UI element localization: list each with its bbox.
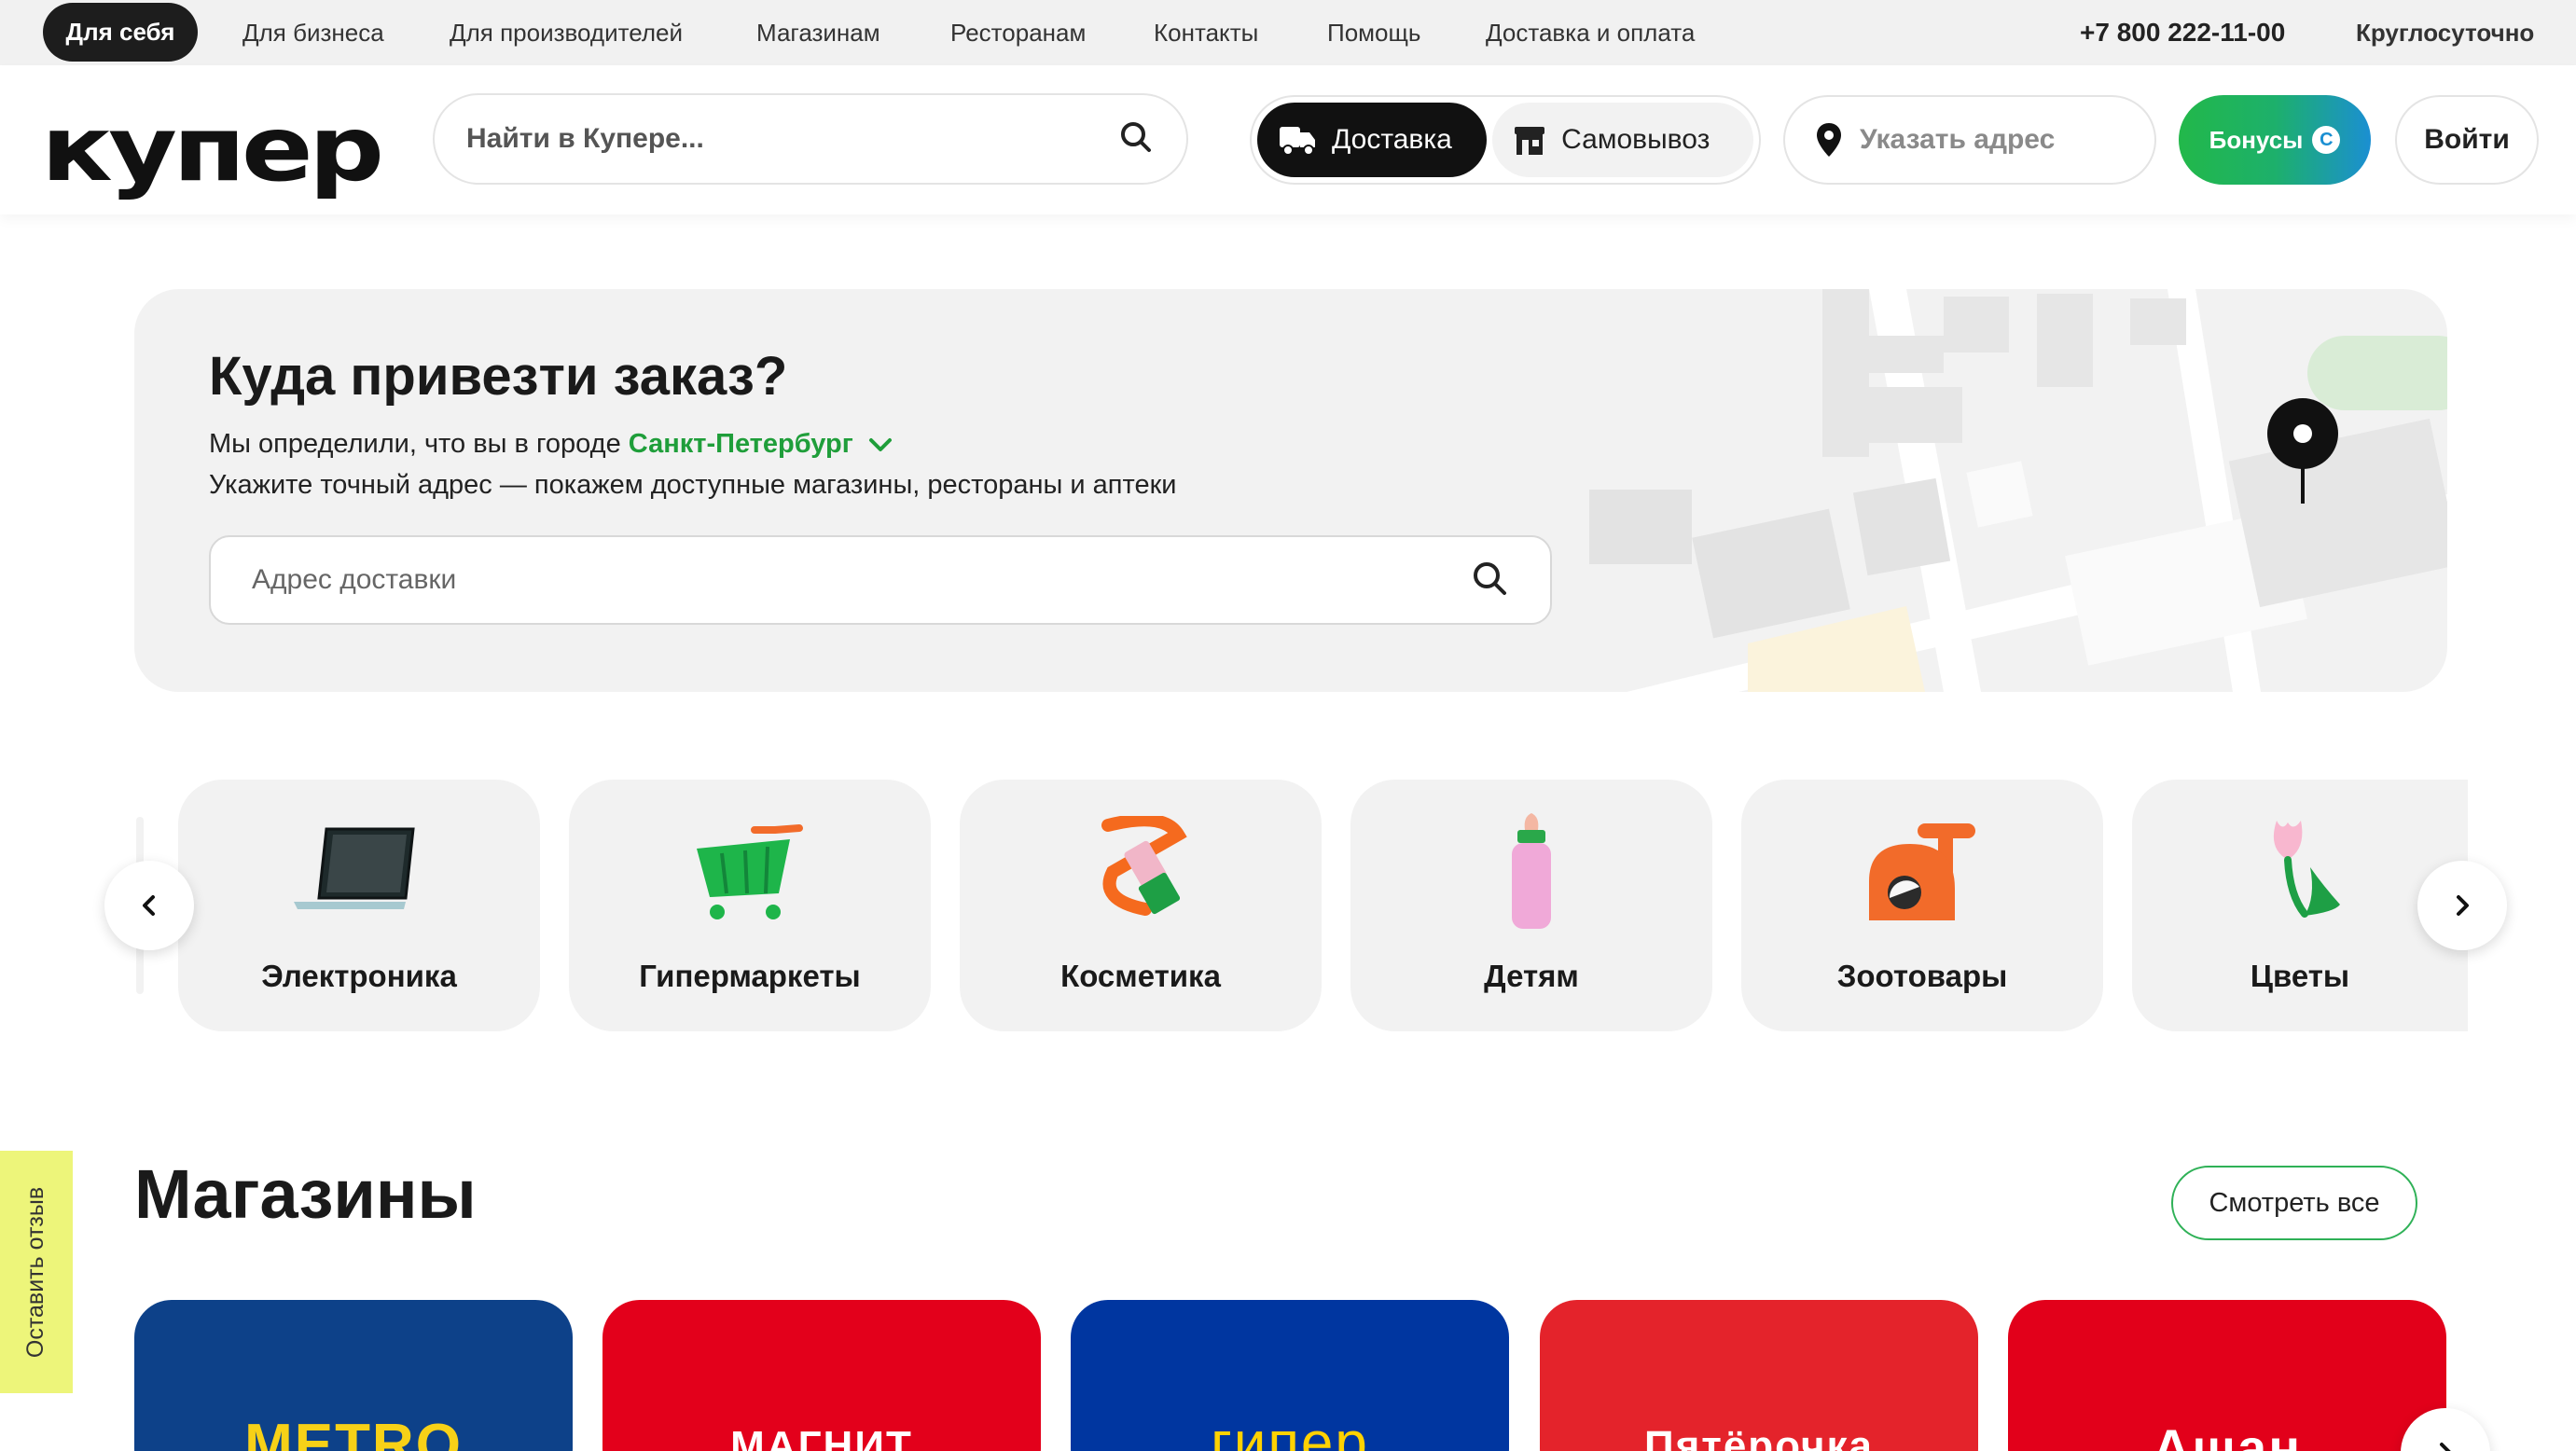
category-label: Электроника	[261, 959, 457, 993]
carousel-next-button[interactable]	[2417, 861, 2507, 950]
store-logo-text: гипер	[1211, 1411, 1369, 1451]
nav-item-delivery-payment[interactable]: Доставка и оплата	[1486, 0, 1695, 65]
category-label: Детям	[1484, 959, 1579, 993]
store-card-giper[interactable]: гипер	[1071, 1300, 1509, 1451]
nav-item-help[interactable]: Помощь	[1327, 0, 1420, 65]
chevron-right-icon[interactable]	[2431, 1439, 2459, 1451]
nav-item-manufacturers[interactable]: Для производителей	[450, 0, 683, 65]
category-label: Цветы	[2250, 959, 2350, 993]
address-button[interactable]: Указать адрес	[1783, 95, 2156, 185]
store-icon	[1515, 127, 1545, 155]
feedback-tab[interactable]: Оставить отзыв	[0, 1151, 73, 1393]
map-illustration	[1589, 289, 2447, 692]
bonus-button[interactable]: Бонусы С	[2179, 95, 2371, 185]
pickup-mode-button[interactable]: Самовывоз	[1492, 103, 1753, 177]
store-logo-text: Ашан	[2152, 1418, 2303, 1451]
category-label: Гипермаркеты	[639, 959, 861, 993]
stores-section-title: Магазины	[134, 1155, 477, 1233]
carousel-prev-button[interactable]	[104, 861, 194, 950]
kuper-logo[interactable]: купер	[41, 104, 384, 194]
phone-number[interactable]: +7 800 222-11-00	[2080, 0, 2285, 65]
category-card-cosmetics[interactable]: Косметика	[960, 780, 1322, 1031]
delivery-address-placeholder[interactable]: Адрес доставки	[252, 564, 1470, 596]
shopping-cart-icon	[569, 811, 931, 933]
nav-item-personal[interactable]: Для себя	[43, 3, 198, 62]
category-label: Зоотовары	[1836, 959, 2008, 993]
store-card-magnit[interactable]: МАГНИТ	[602, 1300, 1041, 1451]
cosmetics-icon	[960, 811, 1322, 933]
delivery-address-input[interactable]: Адрес доставки	[209, 535, 1552, 625]
feedback-label[interactable]: Оставить отзыв	[23, 1186, 50, 1357]
city-prefix: Мы определили, что вы в городе	[209, 429, 621, 459]
delivery-label: Доставка	[1332, 124, 1452, 155]
bonus-coin-icon: С	[2312, 126, 2341, 154]
category-label: Косметика	[1060, 959, 1221, 993]
search-bar[interactable]: Найти в Купере...	[433, 93, 1188, 185]
laptop-icon	[178, 811, 540, 933]
address-hero-card: Куда привезти заказ? Мы определили, что …	[134, 289, 2447, 692]
store-logo-text: Пятёрочка	[1643, 1423, 1874, 1451]
cat-house-icon	[1741, 811, 2103, 933]
nav-item-business[interactable]: Для бизнеса	[242, 0, 384, 65]
store-card-metro[interactable]: METRO	[134, 1300, 573, 1451]
pickup-label: Самовывоз	[1561, 124, 1710, 155]
category-card-electronics[interactable]: Электроника	[178, 780, 540, 1031]
chevron-right-icon[interactable]	[2448, 891, 2476, 919]
location-pin-icon	[1817, 123, 1841, 157]
store-card-auchan[interactable]: Ашан	[2008, 1300, 2446, 1451]
baby-bottle-icon	[1350, 811, 1712, 933]
see-all-stores-button[interactable]: Смотреть все	[2171, 1166, 2417, 1240]
store-card-pyaterochka[interactable]: Пятёрочка	[1540, 1300, 1978, 1451]
category-card-hypermarkets[interactable]: Гипермаркеты	[569, 780, 931, 1031]
delivery-mode-toggle: Доставка Самовывоз	[1250, 95, 1761, 185]
delivery-truck-icon	[1280, 127, 1315, 156]
category-card-pets[interactable]: Зоотовары	[1741, 780, 2103, 1031]
hero-title: Куда привезти заказ?	[209, 346, 788, 407]
store-logo-text: МАГНИТ	[730, 1423, 913, 1451]
store-logo-text: METRO	[244, 1413, 463, 1451]
city-name[interactable]: Санкт-Петербург	[629, 429, 853, 459]
search-input[interactable]: Найти в Купере...	[466, 123, 1117, 155]
search-icon[interactable]	[1470, 559, 1509, 602]
bonus-label: Бонусы	[2209, 125, 2304, 154]
hero-city-line: Мы определили, что вы в городе Санкт-Пет…	[209, 429, 894, 460]
chevron-down-icon[interactable]	[866, 435, 894, 454]
city-selector[interactable]: Санкт-Петербург	[629, 429, 894, 459]
nav-item-stores[interactable]: Магазинам	[756, 0, 880, 65]
search-icon[interactable]	[1117, 118, 1155, 160]
login-button[interactable]: Войти	[2395, 95, 2539, 185]
category-carousel: Электроника Гипермаркеты Косметика Детям…	[0, 780, 2576, 1031]
hours-label: Круглосуточно	[2356, 18, 2535, 47]
nav-item-contacts[interactable]: Контакты	[1154, 0, 1258, 65]
main-header: купер Найти в Купере... Доставка Самовыв…	[0, 65, 2576, 214]
address-placeholder: Указать адрес	[1860, 124, 2056, 155]
delivery-mode-button[interactable]: Доставка	[1257, 103, 1488, 177]
chevron-left-icon[interactable]	[135, 891, 163, 919]
category-card-kids[interactable]: Детям	[1350, 780, 1712, 1031]
nav-item-restaurants[interactable]: Ресторанам	[950, 0, 1086, 65]
hero-subtitle: Укажите точный адрес — покажем доступные…	[209, 470, 1177, 500]
top-navigation: Для себя Для бизнеса Для производителей …	[0, 0, 2576, 65]
